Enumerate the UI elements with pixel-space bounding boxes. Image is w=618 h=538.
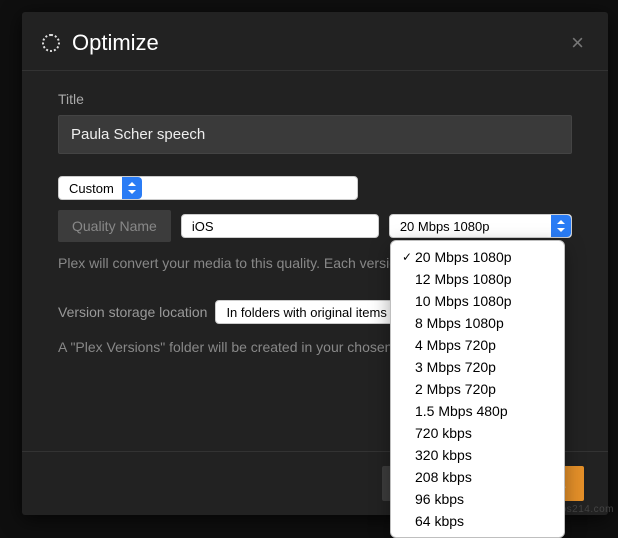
quality-option-label: 3 Mbps 720p xyxy=(415,357,496,377)
storage-label: Version storage location xyxy=(58,304,207,320)
quality-name-value: iOS xyxy=(182,219,378,234)
quality-bitrate-value: 20 Mbps 1080p xyxy=(390,219,551,234)
profile-select[interactable]: Custom xyxy=(58,176,358,200)
quality-option[interactable]: 8 Mbps 1080p xyxy=(391,312,564,334)
quality-option[interactable]: 1.5 Mbps 480p xyxy=(391,400,564,422)
quality-bitrate-select[interactable]: 20 Mbps 1080p xyxy=(389,214,572,238)
quality-option[interactable]: 208 kbps xyxy=(391,466,564,488)
quality-option-label: 320 kbps xyxy=(415,445,472,465)
close-icon[interactable]: × xyxy=(571,32,584,54)
optimize-icon xyxy=(42,34,60,52)
quality-option-label: 20 Mbps 1080p xyxy=(415,247,512,267)
quality-option[interactable]: ✓20 Mbps 1080p xyxy=(391,246,564,268)
quality-option[interactable]: 4 Mbps 720p xyxy=(391,334,564,356)
storage-select[interactable]: In folders with original items xyxy=(215,300,415,324)
quality-option[interactable]: 96 kbps xyxy=(391,488,564,510)
quality-option[interactable]: 64 kbps xyxy=(391,510,564,532)
quality-option-label: 1.5 Mbps 480p xyxy=(415,401,508,421)
quality-option[interactable]: 2 Mbps 720p xyxy=(391,378,564,400)
modal-title: Optimize xyxy=(72,30,159,56)
quality-option[interactable]: 12 Mbps 1080p xyxy=(391,268,564,290)
quality-option[interactable]: 3 Mbps 720p xyxy=(391,356,564,378)
quality-dropdown[interactable]: ✓20 Mbps 1080p12 Mbps 1080p10 Mbps 1080p… xyxy=(390,240,565,538)
quality-option-label: 64 kbps xyxy=(415,511,464,531)
check-icon: ✓ xyxy=(399,247,415,267)
quality-option-label: 208 kbps xyxy=(415,467,472,487)
title-label: Title xyxy=(58,91,572,107)
quality-option-label: 10 Mbps 1080p xyxy=(415,291,512,311)
chevron-updown-icon xyxy=(122,177,142,199)
storage-select-value: In folders with original items xyxy=(216,305,394,320)
modal-header: Optimize × xyxy=(22,12,608,71)
quality-option-label: 4 Mbps 720p xyxy=(415,335,496,355)
quality-option-label: 12 Mbps 1080p xyxy=(415,269,512,289)
quality-option-label: 96 kbps xyxy=(415,489,464,509)
title-input[interactable] xyxy=(58,115,572,154)
quality-option[interactable]: 320 kbps xyxy=(391,444,564,466)
quality-option-label: 720 kbps xyxy=(415,423,472,443)
quality-option[interactable]: 720 kbps xyxy=(391,422,564,444)
profile-select-value: Custom xyxy=(59,181,122,196)
quality-name-input[interactable]: iOS xyxy=(181,214,379,238)
quality-name-label: Quality Name xyxy=(58,210,171,242)
quality-option[interactable]: 10 Mbps 1080p xyxy=(391,290,564,312)
chevron-updown-icon xyxy=(551,215,571,237)
quality-option-label: 8 Mbps 1080p xyxy=(415,313,504,333)
quality-option-label: 2 Mbps 720p xyxy=(415,379,496,399)
